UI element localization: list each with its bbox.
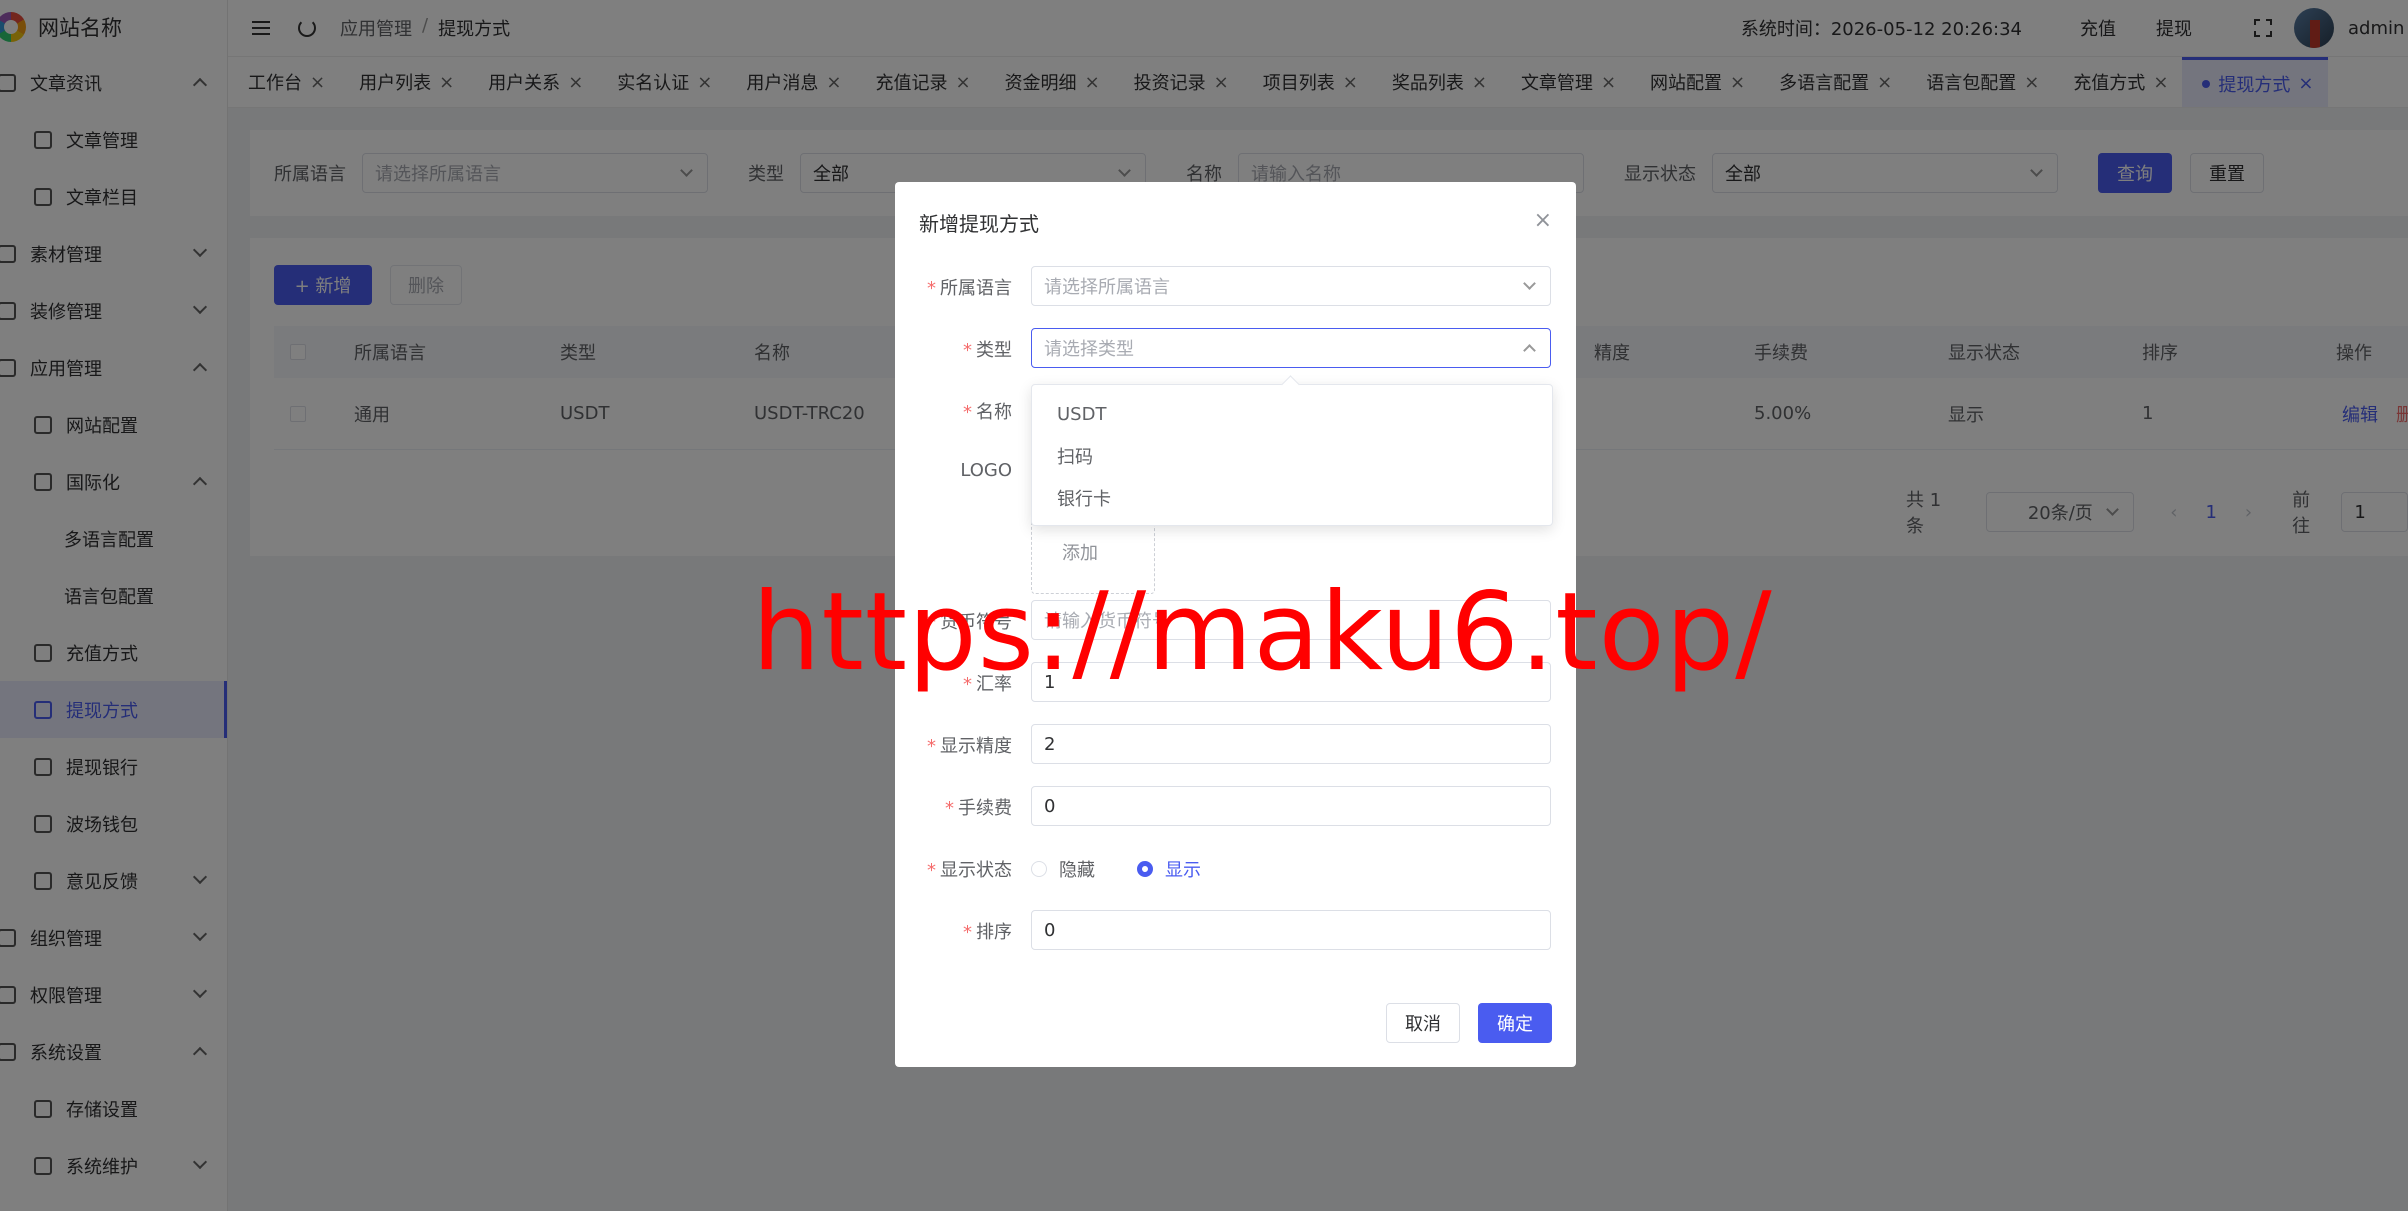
lang-select[interactable]: 请选择所属语言: [1031, 266, 1551, 306]
form-row-lang: * 所属语言 请选择所属语言: [895, 266, 1576, 306]
dialog-title: 新增提现方式: [919, 212, 1039, 236]
form-row-sort: * 排序 0: [895, 910, 1576, 950]
chevron-down-icon: [1523, 277, 1536, 290]
sort-label: 排序: [976, 922, 1012, 943]
fee-input[interactable]: 0: [1031, 786, 1551, 826]
status-radio-group: 隐藏 显示: [1031, 856, 1243, 882]
precision-label: 显示精度: [940, 736, 1012, 757]
logo-label: LOGO: [960, 460, 1012, 481]
radio-hide-label[interactable]: 隐藏: [1059, 856, 1095, 882]
chevron-up-icon: [1523, 344, 1536, 357]
form-row-precision: * 显示精度 2: [895, 724, 1576, 764]
type-placeholder: 请选择类型: [1044, 339, 1134, 360]
type-label: 类型: [976, 340, 1012, 361]
lang-placeholder: 请选择所属语言: [1044, 277, 1170, 298]
form-row-fee: * 手续费 0: [895, 786, 1576, 826]
name-label: 名称: [976, 402, 1012, 423]
type-option-bankcard[interactable]: 银行卡: [1032, 477, 1552, 519]
upload-text: 添加: [1062, 543, 1098, 564]
precision-value: 2: [1044, 733, 1056, 755]
status-label: 显示状态: [940, 860, 1012, 881]
confirm-button[interactable]: 确定: [1478, 1003, 1552, 1043]
radio-hide[interactable]: [1031, 861, 1047, 877]
type-option-usdt[interactable]: USDT: [1032, 393, 1552, 435]
type-select[interactable]: 请选择类型: [1031, 328, 1551, 368]
form-row-type: * 类型 请选择类型: [895, 328, 1576, 368]
precision-input[interactable]: 2: [1031, 724, 1551, 764]
cancel-button[interactable]: 取消: [1386, 1003, 1460, 1043]
type-dropdown: USDT 扫码 银行卡: [1031, 384, 1553, 526]
watermark-text: https://maku6.top/: [752, 570, 1773, 695]
radio-show-label[interactable]: 显示: [1165, 856, 1201, 882]
fee-label: 手续费: [958, 798, 1012, 819]
form-row-status: * 显示状态 隐藏 显示: [895, 848, 1576, 888]
radio-show[interactable]: [1137, 861, 1153, 877]
lang-label: 所属语言: [940, 278, 1012, 299]
sort-value: 0: [1044, 919, 1056, 941]
fee-value: 0: [1044, 795, 1056, 817]
close-icon[interactable]: ×: [1534, 208, 1552, 233]
type-option-scan[interactable]: 扫码: [1032, 435, 1552, 477]
sort-input[interactable]: 0: [1031, 910, 1551, 950]
